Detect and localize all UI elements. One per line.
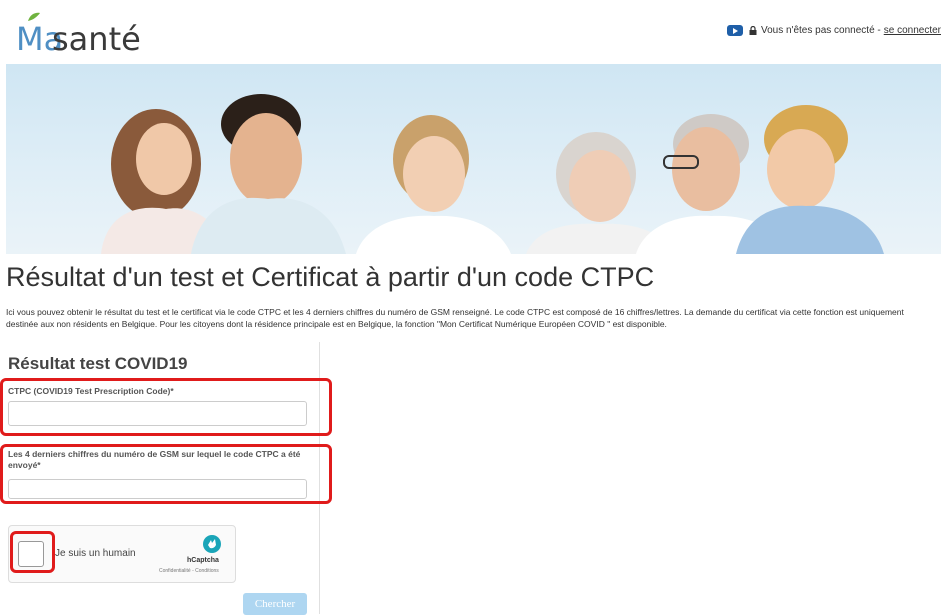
- covid-result-form: Résultat test COVID19 CTPC (COVID19 Test…: [0, 342, 332, 615]
- search-button[interactable]: Chercher: [243, 593, 307, 615]
- page-intro: Ici vous pouvez obtenir le résultat du t…: [6, 307, 904, 329]
- family-illustration: [101, 94, 884, 254]
- status-text: Vous n'êtes pas connecté -: [760, 24, 881, 36]
- ctpc-highlight: [0, 378, 332, 436]
- logo-suffix: santé: [52, 20, 141, 58]
- login-status: Vous n'êtes pas connecté - se connecter: [726, 22, 941, 38]
- captcha-label: Je suis un humain: [55, 548, 136, 559]
- masante-logo[interactable]: Ma santé: [16, 12, 156, 58]
- hcaptcha-icon: [203, 535, 221, 553]
- captcha-brand: hCaptcha: [187, 557, 219, 564]
- captcha-links[interactable]: Confidentialité - Conditions: [159, 568, 219, 574]
- lock-icon: [749, 25, 757, 35]
- youtube-icon[interactable]: [726, 24, 743, 36]
- hero-banner-image: [6, 64, 941, 254]
- captcha-checkbox-highlight: [10, 531, 55, 573]
- login-link[interactable]: se connecter: [884, 25, 941, 36]
- page-title: Résultat d'un test et Certificat à parti…: [6, 262, 655, 292]
- form-title: Résultat test COVID19: [8, 354, 188, 373]
- gsm-highlight: [0, 444, 332, 504]
